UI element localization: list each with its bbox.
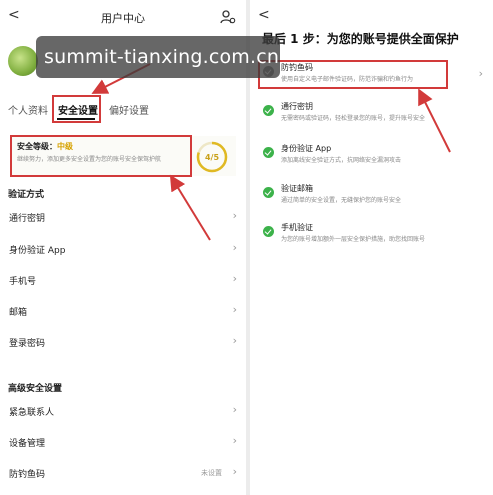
tab-preferences[interactable]: 偏好设置: [109, 102, 149, 117]
row-label: 身份验证 App: [9, 246, 66, 256]
row-label: 防钓鱼码: [9, 470, 46, 480]
check-circle-icon: [263, 226, 274, 237]
setup-item-passkey[interactable]: 通行密钥 无需密码或验证码，轻松登录您的账号，提升账号安全: [259, 100, 487, 128]
chevron-right-icon: ›: [232, 434, 237, 447]
item-description: 添加离线安全验证方式，抗网络安全漏洞攻击: [281, 157, 402, 164]
row-label: 登录密码: [9, 339, 46, 349]
annotation-box-security-tab: [52, 95, 101, 123]
chevron-right-icon: ›: [232, 241, 237, 254]
advanced-section-title: 高级安全设置: [8, 384, 63, 394]
check-circle-icon: [263, 147, 274, 158]
annotation-box-security-card: [10, 135, 192, 177]
setup-item-authenticator-app[interactable]: 身份验证 App 添加离线安全验证方式，抗网络安全漏洞攻击: [259, 142, 487, 170]
list-item-device-management[interactable]: 设备管理 ›: [0, 431, 246, 453]
user-settings-icon[interactable]: [220, 9, 236, 25]
list-item-phone[interactable]: 手机号 ›: [0, 269, 246, 291]
chevron-right-icon: ›: [232, 334, 237, 347]
item-title: 身份验证 App: [281, 144, 332, 153]
chevron-right-icon: ›: [232, 209, 237, 222]
check-circle-icon: [263, 105, 274, 116]
setup-item-email-verification[interactable]: 验证邮箱 通过简单的安全设置，无缝保护您的账号安全: [259, 182, 487, 210]
item-title: 通行密钥: [281, 102, 313, 111]
security-score: 4/5: [205, 153, 219, 162]
header: < 用户中心: [0, 6, 246, 28]
setup-item-phone-verification[interactable]: 手机验证 为您的账号增加额外一层安全保护措施，助您找回账号: [259, 221, 487, 249]
item-description: 无需密码或验证码，轻松登录您的账号，提升账号安全: [281, 115, 426, 122]
status-value: 未设置: [201, 469, 222, 477]
list-item-login-password[interactable]: 登录密码 ›: [0, 331, 246, 353]
page-title: 用户中心: [101, 12, 145, 25]
tab-profile[interactable]: 个人资料: [8, 102, 48, 117]
chevron-right-icon: ›: [232, 272, 237, 285]
watermark: summit-tianxing.com.cn: [36, 36, 280, 78]
security-progress-ring: 4/5: [196, 141, 228, 173]
chevron-right-icon: ›: [478, 67, 483, 80]
security-setup-screen: < 最后 1 步：为您的账号提供全面保护 防钓鱼码 使用自定义电子邮件验证码，防…: [250, 0, 493, 495]
item-title: 验证邮箱: [281, 184, 313, 193]
back-arrow-icon[interactable]: <: [258, 8, 270, 22]
row-label: 通行密钥: [9, 214, 46, 224]
verification-section-title: 验证方式: [8, 190, 45, 200]
step-title: 最后 1 步：为您的账号提供全面保护: [262, 32, 459, 46]
check-circle-icon: [263, 187, 274, 198]
list-item-anti-phishing-code[interactable]: 防钓鱼码 未设置 ›: [0, 462, 246, 484]
item-description: 为您的账号增加额外一层安全保护措施，助您找回账号: [281, 236, 426, 243]
item-description: 通过简单的安全设置，无缝保护您的账号安全: [281, 197, 402, 204]
row-label: 邮箱: [9, 308, 28, 318]
list-item-authenticator-app[interactable]: 身份验证 App ›: [0, 238, 246, 260]
list-item-passkey[interactable]: 通行密钥 ›: [0, 206, 246, 228]
list-item-emergency-contact[interactable]: 紧急联系人 ›: [0, 400, 246, 422]
row-label: 设备管理: [9, 439, 46, 449]
chevron-right-icon: ›: [232, 303, 237, 316]
avatar[interactable]: [8, 46, 38, 76]
annotation-box-anti-phishing: [258, 60, 448, 89]
row-label: 手机号: [9, 277, 37, 287]
item-title: 手机验证: [281, 223, 313, 232]
list-item-email[interactable]: 邮箱 ›: [0, 300, 246, 322]
row-label: 紧急联系人: [9, 408, 55, 418]
chevron-right-icon: ›: [232, 403, 237, 416]
chevron-right-icon: ›: [232, 465, 237, 478]
